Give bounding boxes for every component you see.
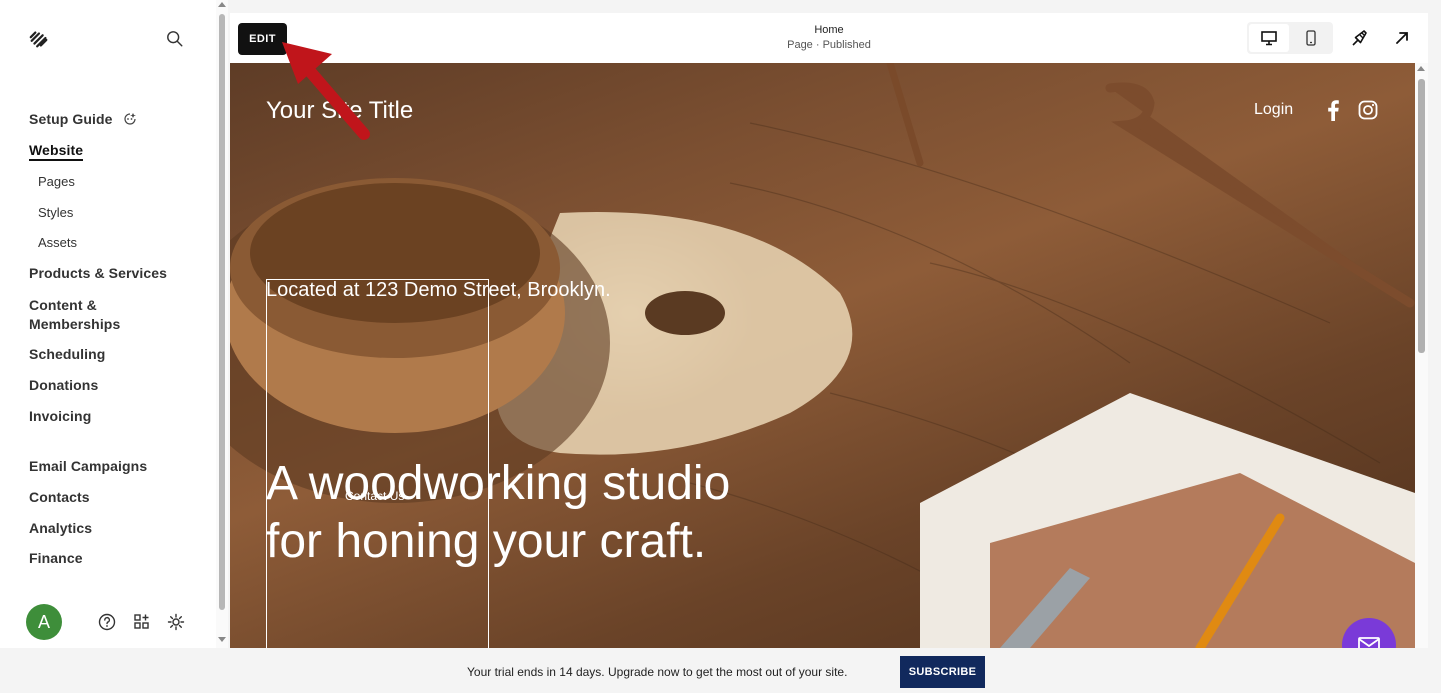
- trial-banner: Your trial ends in 14 days. Upgrade now …: [0, 648, 1441, 693]
- sidebar-item-setup-guide[interactable]: Setup Guide: [29, 111, 137, 127]
- search-icon[interactable]: [166, 30, 184, 48]
- trial-message: Your trial ends in 14 days. Upgrade now …: [467, 665, 848, 679]
- sidebar-item-products-services[interactable]: Products & Services: [29, 265, 167, 281]
- scroll-up-arrow-icon[interactable]: [1417, 66, 1425, 71]
- device-toggle: [1247, 22, 1333, 54]
- facebook-icon[interactable]: [1326, 99, 1340, 121]
- preview-scrollbar[interactable]: [1415, 63, 1428, 648]
- squarespace-editor: Setup Guide Website Pages Styles Assets …: [0, 0, 1441, 693]
- sidebar: Setup Guide Website Pages Styles Assets …: [0, 0, 216, 648]
- scrollbar-thumb[interactable]: [219, 14, 225, 610]
- sidebar-scrollbar[interactable]: [216, 0, 228, 648]
- sidebar-item-label: Memberships: [29, 316, 121, 332]
- mobile-icon: [1306, 30, 1316, 46]
- sidebar-item-scheduling[interactable]: Scheduling: [29, 346, 105, 362]
- chat-button[interactable]: [1342, 618, 1396, 648]
- mail-icon: [1358, 637, 1380, 648]
- sidebar-item-finance[interactable]: Finance: [29, 550, 83, 566]
- sidebar-item-invoicing[interactable]: Invoicing: [29, 408, 91, 424]
- desktop-icon: [1261, 31, 1277, 46]
- login-link[interactable]: Login: [1254, 101, 1293, 119]
- open-external-icon[interactable]: [1392, 28, 1412, 48]
- sidebar-subitem-styles[interactable]: Styles: [38, 205, 73, 220]
- paintbrush-icon[interactable]: [1350, 28, 1370, 48]
- hero-headline-line: for honing your craft.: [266, 515, 707, 568]
- contact-us-button[interactable]: Contact Us: [345, 489, 404, 503]
- sidebar-subitem-assets[interactable]: Assets: [38, 235, 77, 250]
- scrollbar-thumb[interactable]: [1418, 79, 1425, 353]
- sidebar-item-email-campaigns[interactable]: Email Campaigns: [29, 458, 147, 474]
- mobile-view-button[interactable]: [1291, 24, 1331, 52]
- settings-icon[interactable]: [166, 612, 186, 632]
- hero-headline-line: A woodworking studio: [266, 457, 731, 510]
- sidebar-subitem-pages[interactable]: Pages: [38, 174, 75, 189]
- site-title[interactable]: Your Site Title: [266, 97, 413, 125]
- desktop-view-button[interactable]: [1249, 24, 1289, 52]
- scroll-up-arrow-icon[interactable]: [218, 2, 226, 7]
- sidebar-item-website[interactable]: Website: [29, 142, 84, 161]
- sidebar-item-donations[interactable]: Donations: [29, 377, 98, 393]
- setup-guide-icon: [124, 113, 136, 125]
- sidebar-item-contacts[interactable]: Contacts: [29, 489, 90, 505]
- instagram-icon[interactable]: [1358, 100, 1378, 120]
- squarespace-logo-icon[interactable]: [28, 28, 50, 50]
- subscribe-button[interactable]: SUBSCRIBE: [900, 656, 985, 688]
- editor-toolbar: Home Page · Published EDIT: [230, 13, 1428, 63]
- hero-headline[interactable]: A woodworking studio for honing your cra…: [266, 455, 730, 571]
- edit-button[interactable]: EDIT: [238, 23, 287, 55]
- help-icon[interactable]: [97, 612, 117, 632]
- site-preview[interactable]: Your Site Title Login Located at 123 Dem…: [230, 63, 1415, 648]
- sidebar-item-label: Setup Guide: [29, 111, 113, 127]
- avatar[interactable]: A: [26, 604, 62, 640]
- sidebar-item-label: Content &: [29, 297, 97, 313]
- sidebar-item-analytics[interactable]: Analytics: [29, 520, 92, 536]
- scroll-down-arrow-icon[interactable]: [218, 637, 226, 642]
- apps-icon[interactable]: [132, 612, 152, 632]
- sidebar-item-content-memberships[interactable]: Content & Memberships: [29, 296, 120, 334]
